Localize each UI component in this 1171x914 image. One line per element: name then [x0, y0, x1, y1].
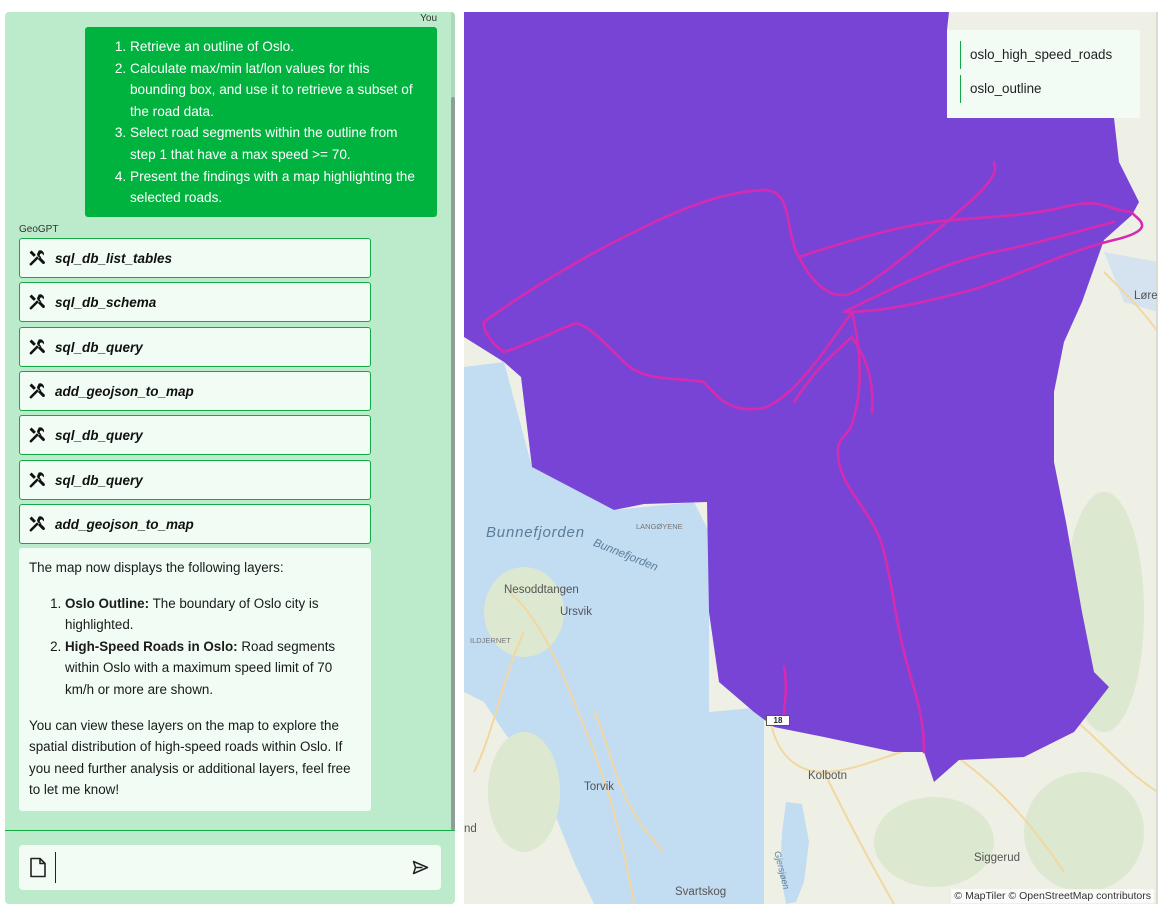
tool-call-sql-db-query[interactable]: sql_db_query	[19, 460, 371, 500]
bay-water	[1104, 252, 1158, 312]
reply-outro: You can view these layers on the map to …	[29, 717, 351, 798]
tools-icon	[29, 339, 45, 355]
user-request-item: Retrieve an outline of Oslo.	[130, 36, 419, 58]
reply-list-item: Oslo Outline: The boundary of Oslo city …	[65, 593, 361, 636]
message-input[interactable]	[59, 853, 389, 882]
tools-icon	[29, 516, 45, 532]
tools-icon	[29, 294, 45, 310]
map-attribution[interactable]: © MapTiler © OpenStreetMap contributors	[951, 889, 1154, 903]
text-caret	[55, 852, 56, 883]
tool-call-sql-db-list-tables[interactable]: sql_db_list_tables	[19, 238, 371, 278]
legend-item-oslo-outline[interactable]: oslo_outline	[960, 75, 1140, 103]
file-attach-icon[interactable]	[29, 857, 47, 878]
reply-item-title: Oslo Outline:	[65, 595, 150, 611]
tool-call-name: sql_db_query	[55, 339, 143, 355]
map-label-bunnefjorden: Bunnefjorden	[486, 524, 585, 541]
map-label-siggerud: Siggerud	[974, 852, 1021, 864]
tools-icon	[29, 250, 45, 266]
tool-call-sql-db-schema[interactable]: sql_db_schema	[19, 282, 371, 322]
tool-call-name: add_geojson_to_map	[55, 516, 194, 532]
tool-call-sql-db-query[interactable]: sql_db_query	[19, 415, 371, 455]
park-area	[1024, 772, 1144, 892]
park-area	[488, 732, 560, 852]
tools-icon	[29, 427, 45, 443]
tool-call-sql-db-query[interactable]: sql_db_query	[19, 327, 371, 367]
tool-call-name: sql_db_query	[55, 427, 143, 443]
map-label-nesoddtangen: Nesoddtangen	[504, 584, 579, 596]
chat-panel: You Retrieve an outline of Oslo. Calcula…	[5, 12, 455, 904]
user-sender-label: You	[420, 13, 437, 24]
message-list: You Retrieve an outline of Oslo. Calcula…	[5, 12, 451, 830]
user-request-item: Calculate max/min lat/lon values for thi…	[130, 58, 419, 123]
tool-call-name: add_geojson_to_map	[55, 383, 194, 399]
tool-call-add-geojson-to-map[interactable]: add_geojson_to_map	[19, 504, 371, 544]
message-input-bar	[19, 845, 441, 890]
assistant-sender-label: GeoGPT	[19, 224, 59, 235]
map-label-lore: Løre	[1134, 290, 1158, 302]
reply-intro: The map now displays the following layer…	[29, 560, 284, 575]
map-view[interactable]: Bunnefjorden Bunnefjorden LANGØYENE Neso…	[464, 12, 1158, 904]
reply-item-title: High-Speed Roads in Oslo:	[65, 638, 238, 654]
assistant-message: The map now displays the following layer…	[19, 548, 371, 811]
map-label-svartskog: Svartskog	[675, 886, 727, 898]
map-edge	[1156, 12, 1158, 904]
road-shield: 18	[766, 715, 790, 726]
tools-icon	[29, 383, 45, 399]
tool-call-name: sql_db_query	[55, 472, 143, 488]
user-request-item: Select road segments within the outline …	[130, 122, 419, 165]
send-icon[interactable]	[412, 860, 429, 875]
tool-call-name: sql_db_schema	[55, 294, 157, 310]
map-label-nd: nd	[464, 823, 477, 835]
map-label-ursvik: Ursvik	[560, 606, 592, 618]
reply-list-item: High-Speed Roads in Oslo: Road segments …	[65, 636, 361, 701]
user-message: Retrieve an outline of Oslo. Calculate m…	[85, 27, 437, 217]
legend-item-oslo-high-speed-roads[interactable]: oslo_high_speed_roads	[960, 41, 1140, 69]
map-label-langoyene: LANGØYENE	[636, 522, 683, 531]
tool-call-name: sql_db_list_tables	[55, 250, 173, 266]
user-request-item: Present the findings with a map highligh…	[130, 166, 419, 209]
chat-scrollbar-thumb[interactable]	[451, 97, 455, 830]
park-area	[874, 797, 994, 887]
map-legend: oslo_high_speed_roads oslo_outline	[947, 30, 1140, 118]
input-divider	[5, 830, 455, 831]
tools-icon	[29, 472, 45, 488]
map-label-kolbotn: Kolbotn	[808, 770, 848, 782]
map-label-torvik: Torvik	[584, 781, 615, 793]
tool-call-add-geojson-to-map[interactable]: add_geojson_to_map	[19, 371, 371, 411]
map-label-ildjernet: ILDJERNET	[470, 636, 511, 645]
